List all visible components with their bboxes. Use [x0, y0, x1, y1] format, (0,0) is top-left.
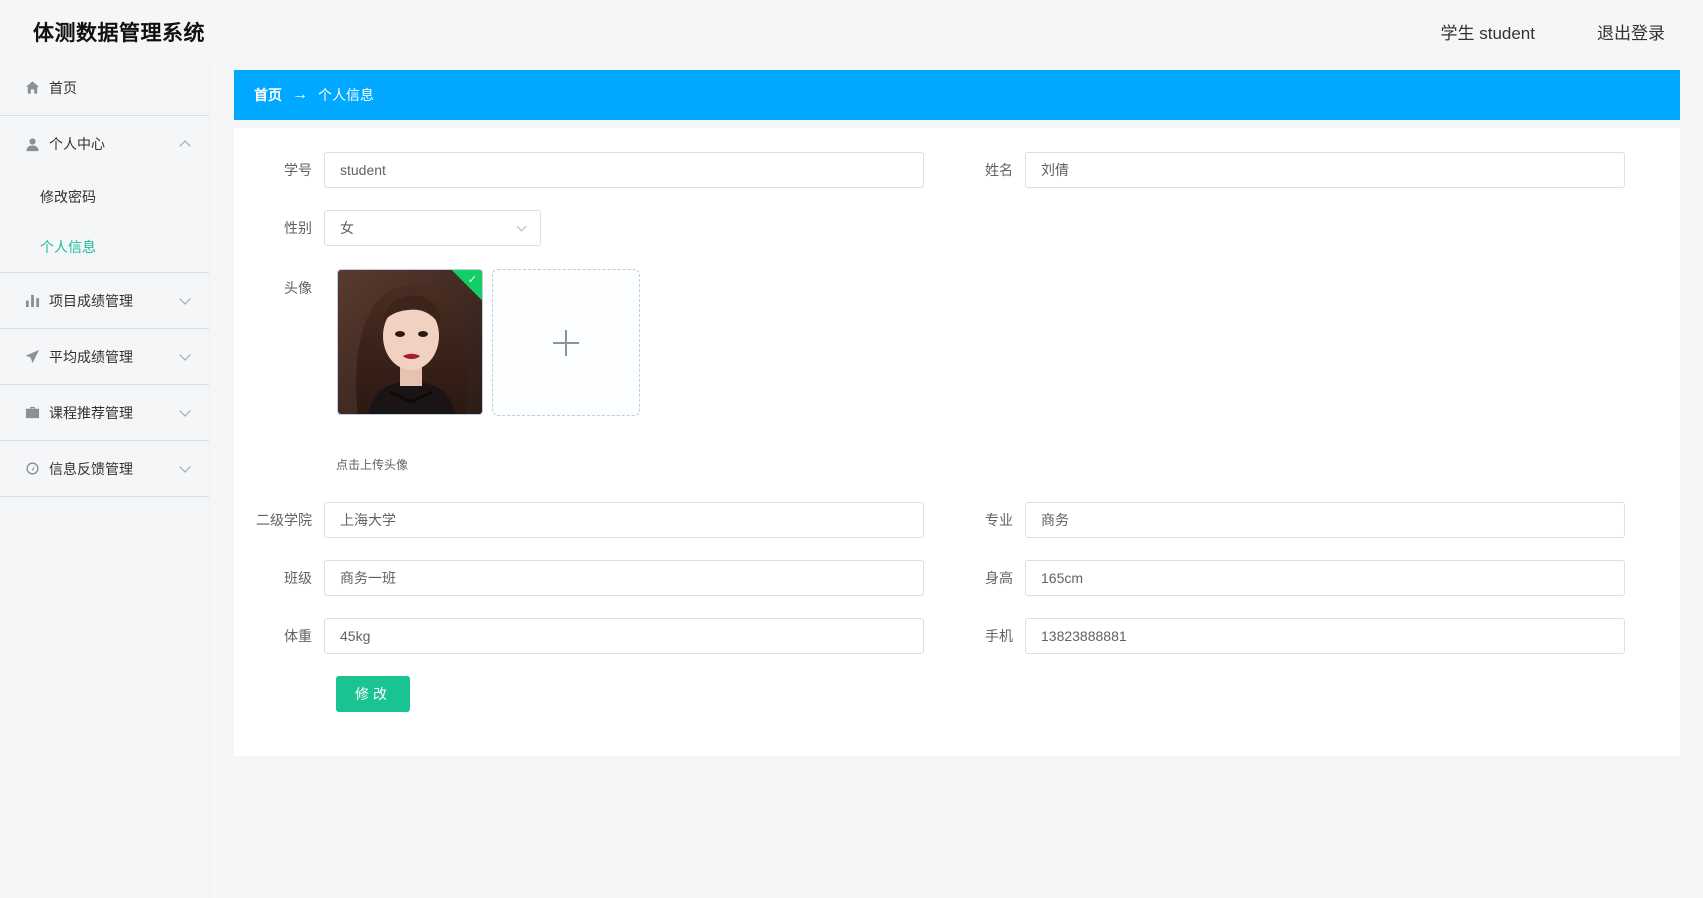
weight-input[interactable]: 45kg	[324, 618, 924, 654]
name-input[interactable]: 刘倩	[1025, 152, 1625, 188]
sidebar: 首页 个人中心 修改密码 个人信息 项目成绩管理 平均成绩管理 课程推荐管理 信…	[0, 60, 210, 898]
sidebar-item-label: 个人中心	[49, 136, 105, 152]
chevron-down-icon	[179, 404, 191, 417]
class-input[interactable]: 商务一班	[324, 560, 924, 596]
college-label: 二级学院	[256, 512, 312, 528]
student-id-field: 学号 student	[234, 152, 924, 188]
breadcrumb: 首页 → 个人信息	[234, 70, 1680, 120]
height-field: 身高 165cm	[935, 560, 1625, 596]
college-field: 二级学院 上海大学	[234, 502, 924, 538]
name-field: 姓名 刘倩	[935, 152, 1625, 188]
chevron-down-icon	[516, 221, 527, 232]
gender-selected-value: 女	[340, 220, 354, 236]
height-label: 身高	[985, 570, 1013, 586]
logout-button[interactable]: 退出登录	[1597, 19, 1665, 44]
personal-center-submenu: 修改密码 个人信息	[0, 172, 209, 273]
sidebar-item-label: 首页	[49, 79, 77, 96]
sidebar-item-project-scores[interactable]: 项目成绩管理	[0, 273, 209, 329]
avatar-image[interactable]: ✓	[337, 269, 483, 415]
gender-field: 性别 女	[234, 210, 541, 246]
breadcrumb-current: 个人信息	[318, 87, 374, 103]
chevron-down-icon	[179, 460, 191, 473]
user-icon	[24, 136, 40, 152]
height-input[interactable]: 165cm	[1025, 560, 1625, 596]
sidebar-item-change-password[interactable]: 修改密码	[0, 172, 209, 222]
name-label: 姓名	[985, 162, 1013, 178]
paper-plane-icon	[24, 349, 40, 365]
avatar-upload-button[interactable]	[492, 269, 640, 416]
avatar-upload-tip: 点击上传头像	[336, 458, 409, 472]
sidebar-item-home[interactable]: 首页	[0, 60, 209, 116]
sidebar-item-personal-info[interactable]: 个人信息	[0, 222, 209, 272]
briefcase-icon	[24, 405, 40, 421]
modify-button[interactable]: 修改	[336, 676, 410, 712]
home-icon	[24, 80, 40, 96]
top-header: 体测数据管理系统 学生 student 退出登录	[0, 0, 1703, 60]
major-input[interactable]: 商务	[1025, 502, 1625, 538]
chevron-down-icon	[179, 292, 191, 305]
check-icon: ✓	[467, 274, 477, 286]
major-field: 专业 商务	[935, 502, 1625, 538]
sidebar-item-label: 课程推荐管理	[49, 404, 133, 421]
sidebar-item-average-scores[interactable]: 平均成绩管理	[0, 329, 209, 385]
app-title: 体测数据管理系统	[33, 22, 205, 45]
sidebar-item-label: 平均成绩管理	[49, 348, 133, 365]
current-user-label: 学生 student	[1440, 24, 1536, 43]
student-id-label: 学号	[284, 162, 312, 178]
avatar-label: 头像	[284, 280, 312, 296]
breadcrumb-separator: →	[292, 86, 308, 103]
major-label: 专业	[985, 512, 1013, 528]
gender-label: 性别	[284, 220, 312, 236]
sidebar-item-course-recommend[interactable]: 课程推荐管理	[0, 385, 209, 441]
bar-chart-icon	[24, 293, 40, 309]
class-label: 班级	[284, 570, 312, 586]
weight-field: 体重 45kg	[234, 618, 924, 654]
student-id-input[interactable]: student	[324, 152, 924, 188]
plus-icon	[553, 329, 579, 356]
chevron-down-icon	[179, 348, 191, 361]
avatar-portrait	[338, 270, 482, 414]
chevron-up-icon	[179, 140, 191, 152]
sidebar-item-label: 信息反馈管理	[49, 460, 133, 477]
weight-label: 体重	[284, 628, 312, 644]
personal-info-form: 学号 student 姓名 刘倩 性别 女 头像 ✓ 点击上传头像 二级学院 上…	[234, 128, 1680, 756]
sidebar-item-feedback[interactable]: 信息反馈管理	[0, 441, 209, 497]
phone-input[interactable]: 13823888881	[1025, 618, 1625, 654]
breadcrumb-home[interactable]: 首页	[254, 85, 282, 105]
phone-field: 手机 13823888881	[935, 618, 1625, 654]
phone-label: 手机	[985, 628, 1013, 644]
class-field: 班级 商务一班	[234, 560, 924, 596]
sidebar-item-personal-center[interactable]: 个人中心	[0, 116, 209, 172]
sidebar-item-label: 项目成绩管理	[49, 292, 133, 309]
gauge-icon	[24, 461, 40, 477]
gender-select[interactable]: 女	[324, 210, 541, 246]
college-input[interactable]: 上海大学	[324, 502, 924, 538]
